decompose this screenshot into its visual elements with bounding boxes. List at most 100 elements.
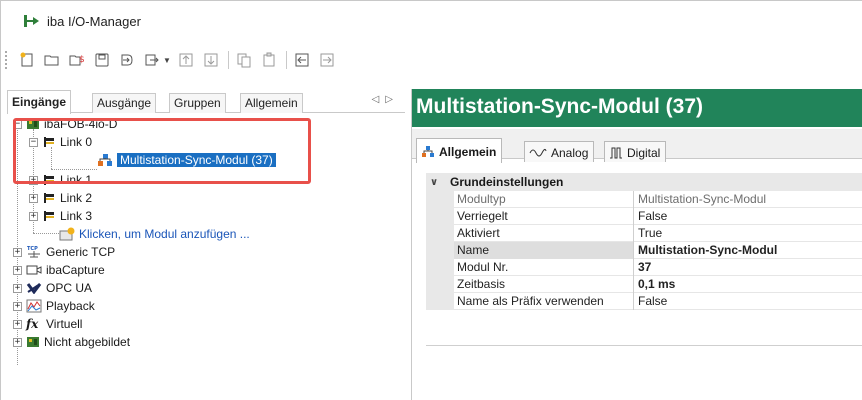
expand-toggle[interactable]: + <box>13 301 22 311</box>
expand-toggle[interactable]: + <box>13 337 22 347</box>
tab-allgemein[interactable]: Allgemein <box>240 93 303 113</box>
expand-toggle[interactable]: + <box>13 319 22 329</box>
property-value[interactable]: 37 <box>634 259 862 276</box>
export-icon[interactable] <box>142 50 162 70</box>
tab-module-digital[interactable]: Digital <box>604 141 667 162</box>
property-value: Multistation-Sync-Modul <box>638 192 767 206</box>
property-name: Zeitbasis <box>454 276 634 293</box>
tab-label: Digital <box>627 146 661 160</box>
tree-label: Link 3 <box>60 209 93 223</box>
tree-node-playback[interactable]: + Playback <box>13 297 95 315</box>
link-flag-icon <box>42 210 56 222</box>
tree-node-link2[interactable]: + Link 2 <box>29 189 92 207</box>
tree-node-add-module[interactable]: Klicken, um Modul anzufügen ... <box>59 225 250 243</box>
module-title: Multistation-Sync-Modul (37) <box>412 89 862 127</box>
tab-scroll-right-icon[interactable]: ▷ <box>385 94 399 105</box>
tree-label: ibaCapture <box>46 263 105 277</box>
move-down-icon[interactable] <box>201 50 221 70</box>
title-bar: iba I/O-Manager <box>1 1 862 41</box>
tree-node-ibacapture[interactable]: + ibaCapture <box>13 261 105 279</box>
playback-icon <box>26 299 42 313</box>
property-row-zeitbasis[interactable]: Zeitbasis 0,1 ms <box>426 276 862 293</box>
property-row-name-als-praefix[interactable]: Name als Präfix verwenden False <box>426 293 862 310</box>
module-tab-bar: Allgemein Analog Digital <box>412 129 862 163</box>
copy-icon[interactable] <box>234 50 254 70</box>
property-name: Aktiviert <box>454 225 634 242</box>
property-row-name[interactable]: Name Multistation-Sync-Modul <box>426 242 862 259</box>
app-window: iba I/O-Manager $ ▼ Eingänge Ausgänge Gr… <box>0 0 862 400</box>
grid-divider <box>426 345 862 346</box>
expand-toggle[interactable]: + <box>29 193 38 203</box>
expand-toggle[interactable]: + <box>13 265 22 275</box>
row-margin <box>426 276 454 293</box>
collapse-left-icon[interactable] <box>292 50 312 70</box>
window-title: iba I/O-Manager <box>47 13 141 29</box>
property-grid: ∨ Grundeinstellungen Modultyp Multistati… <box>426 173 862 400</box>
expand-toggle[interactable]: + <box>29 211 38 221</box>
tree-line <box>33 233 59 234</box>
toolbar-separator <box>227 51 229 69</box>
add-module-icon <box>59 227 75 241</box>
tree-node-nicht-abgebildet[interactable]: + Nicht abgebildet <box>13 333 130 351</box>
module-general-icon <box>421 145 435 159</box>
group-label: Grundeinstellungen <box>450 175 564 189</box>
tab-label: Allgemein <box>439 145 497 159</box>
tree-node-virtuell[interactable]: + fx Virtuell <box>13 315 82 333</box>
property-row-modul-nr[interactable]: Modul Nr. 37 <box>426 259 862 276</box>
tab-eingaenge[interactable]: Eingänge <box>7 90 72 114</box>
property-row-modultyp[interactable]: Modultyp Multistation-Sync-Modul <box>426 191 862 208</box>
import-icon[interactable] <box>117 50 137 70</box>
tree-label: Playback <box>46 299 95 313</box>
tab-gruppen[interactable]: Gruppen <box>169 93 226 113</box>
property-group-header[interactable]: ∨ Grundeinstellungen <box>426 173 862 191</box>
property-name: Modultyp <box>454 191 634 208</box>
property-name: Name <box>454 242 634 259</box>
row-margin <box>426 242 454 259</box>
tree-label: Link 2 <box>60 191 93 205</box>
io-manager-icon <box>23 14 41 28</box>
tree-label: Nicht abgebildet <box>44 335 131 349</box>
chevron-down-icon[interactable]: ∨ <box>430 177 444 188</box>
tree-label: Virtuell <box>46 317 83 331</box>
expand-right-icon[interactable] <box>317 50 337 70</box>
tab-module-allgemein[interactable]: Allgemein <box>416 138 503 163</box>
row-margin <box>426 293 454 310</box>
toolbar-grip[interactable] <box>5 51 9 69</box>
expand-toggle[interactable]: + <box>13 283 22 293</box>
tree-node-link3[interactable]: + Link 3 <box>29 207 92 225</box>
row-margin <box>426 225 454 242</box>
open-folder-icon[interactable] <box>42 50 62 70</box>
tree-node-generic-tcp[interactable]: + TCP Generic TCP <box>13 243 115 261</box>
tab-scroll-left-icon[interactable]: ◁ <box>372 94 386 105</box>
left-tab-bar: Eingänge Ausgänge Gruppen Allgemein ◁▷ <box>7 89 405 114</box>
tab-ausgaenge[interactable]: Ausgänge <box>92 93 157 113</box>
property-row-aktiviert[interactable]: Aktiviert True <box>426 225 862 242</box>
new-icon[interactable] <box>17 50 37 70</box>
property-name: Modul Nr. <box>454 259 634 276</box>
tree-node-opcua[interactable]: + OPC UA <box>13 279 92 297</box>
property-value[interactable]: False <box>634 293 862 310</box>
analog-wave-icon <box>529 147 547 159</box>
property-row-verriegelt[interactable]: Verriegelt False <box>426 208 862 225</box>
save-icon[interactable] <box>92 50 112 70</box>
property-value[interactable]: Multistation-Sync-Modul <box>634 242 862 259</box>
expand-toggle[interactable]: + <box>13 247 22 257</box>
property-name: Verriegelt <box>454 208 634 225</box>
property-value[interactable]: False <box>634 208 862 225</box>
function-icon: fx <box>26 317 39 331</box>
tcp-network-icon: TCP <box>26 245 42 259</box>
board-icon <box>26 336 40 348</box>
paste-icon[interactable] <box>259 50 279 70</box>
property-value[interactable]: 0,1 ms <box>634 276 862 293</box>
property-name: Name als Präfix verwenden <box>454 293 634 310</box>
open-special-icon[interactable]: $ <box>67 50 87 70</box>
tree-label: OPC UA <box>46 281 93 295</box>
property-value[interactable]: True <box>634 225 862 242</box>
add-module-link[interactable]: Klicken, um Modul anzufügen ... <box>79 227 250 241</box>
move-up-icon[interactable] <box>176 50 196 70</box>
tab-module-analog[interactable]: Analog <box>524 141 595 162</box>
tab-scroll-arrows[interactable]: ◁▷ <box>372 94 399 105</box>
tree-label: Generic TCP <box>46 245 116 259</box>
highlight-annotation-box <box>13 118 311 184</box>
export-dropdown-arrow-icon[interactable]: ▼ <box>163 56 171 65</box>
